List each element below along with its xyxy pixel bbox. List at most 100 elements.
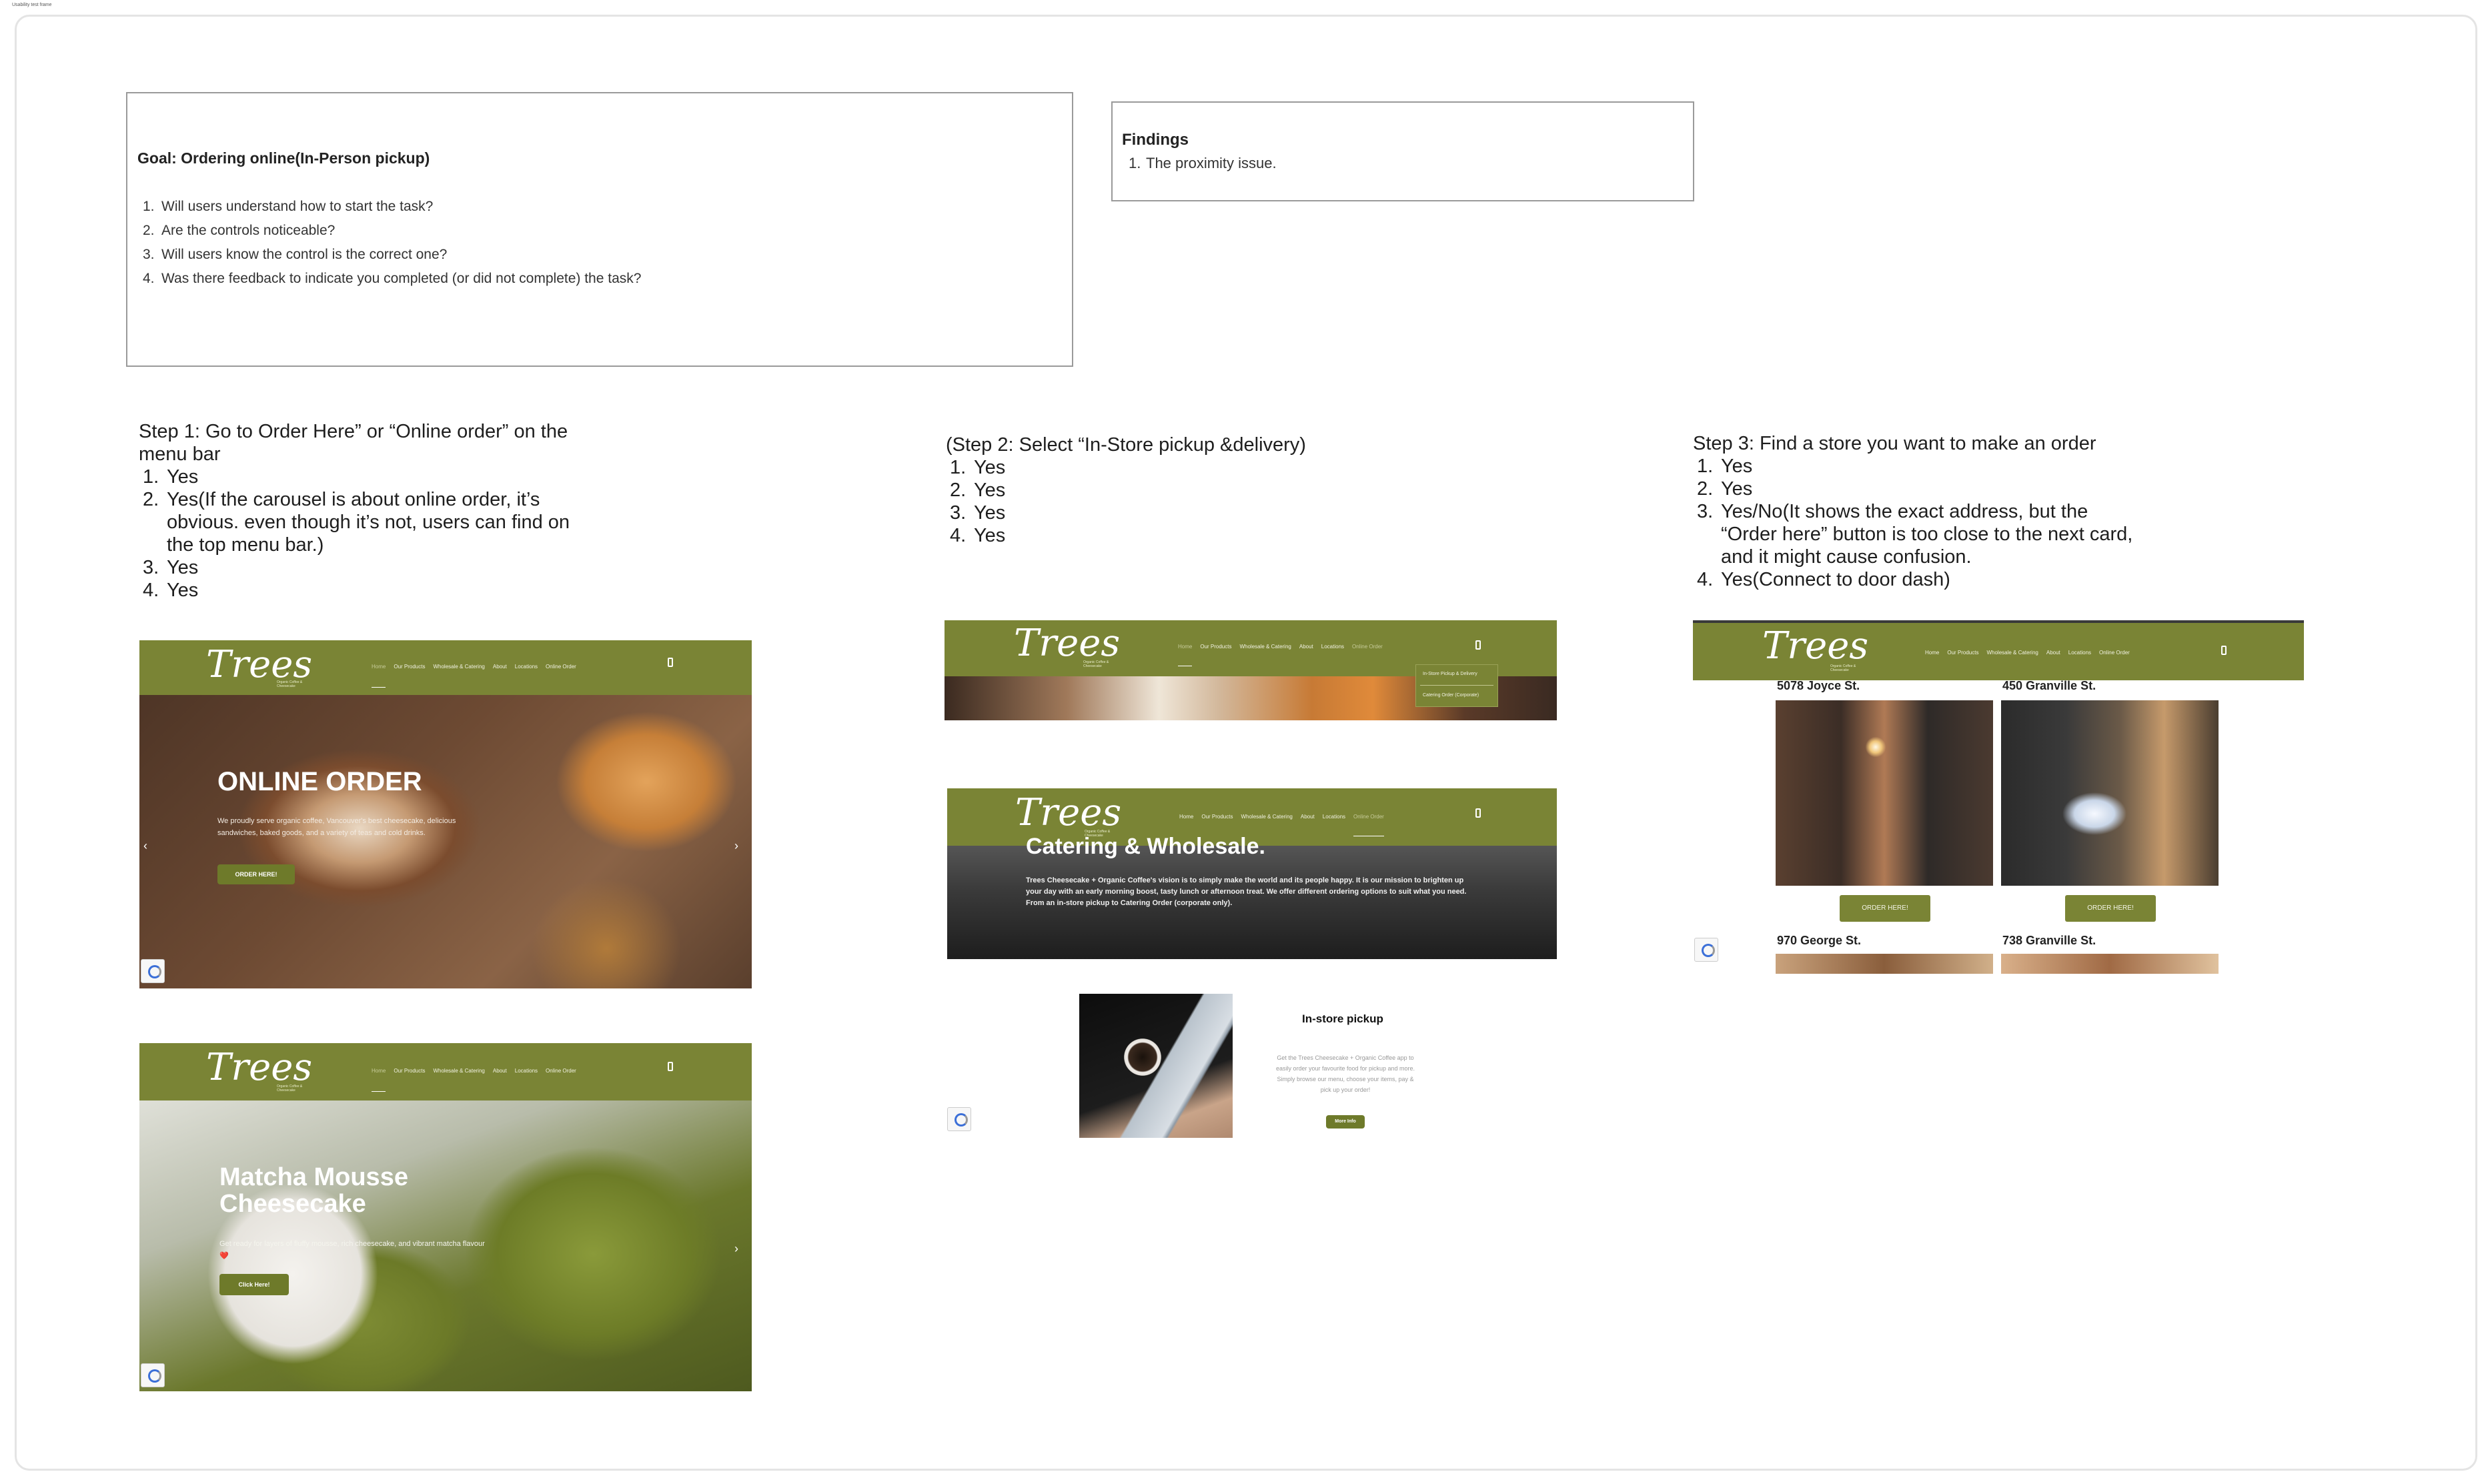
nav-online-order[interactable]: Online Order <box>1353 814 1384 836</box>
hero-coffee-image <box>139 695 752 988</box>
nav-home[interactable]: Home <box>1179 814 1193 836</box>
site-logo-sub: Organic Coffee & Cheesecake <box>277 680 303 688</box>
site-logo[interactable]: Trees <box>206 1046 312 1089</box>
order-here-button[interactable]: ORDER HERE! <box>217 864 295 884</box>
step-3-answer: 1. Yes <box>1697 456 1753 477</box>
nav-home[interactable]: Home <box>1178 644 1193 666</box>
order-here-button[interactable]: ORDER HERE! <box>1840 895 1930 922</box>
nav-locations[interactable]: Locations <box>2068 650 2091 656</box>
findings-title: Findings <box>1122 131 1189 149</box>
store-name: 5078 Joyce St. <box>1777 679 1860 692</box>
nav-online-order[interactable]: Online Order <box>1352 644 1383 666</box>
nav-online-order[interactable]: Online Order <box>546 664 576 688</box>
step-2: (Step 2: Select “In-Store pickup &delive… <box>946 434 1426 547</box>
nav-about[interactable]: About <box>1299 644 1313 666</box>
nav-locations[interactable]: Locations <box>515 1068 538 1092</box>
step-1: Step 1: Go to Order Here” or “Online ord… <box>139 420 619 602</box>
step-2-answer: 1. Yes <box>950 457 1006 478</box>
site-navbar: Trees Organic Coffee & Cheesecake Home O… <box>1693 620 2304 680</box>
more-info-button[interactable]: More Info <box>1326 1115 1365 1129</box>
carousel-next-icon[interactable]: › <box>734 839 738 853</box>
cup-icon[interactable] <box>2221 646 2227 655</box>
screenshot-locations: Trees Organic Coffee & Cheesecake Home O… <box>1693 620 2304 974</box>
order-here-button[interactable]: ORDER HERE! <box>2065 895 2156 922</box>
carousel-prev-icon[interactable]: ‹ <box>143 839 147 853</box>
nav-home[interactable]: Home <box>372 1068 386 1092</box>
cup-icon[interactable] <box>668 658 673 667</box>
findings-list: 1. The proximity issue. <box>1129 152 1277 175</box>
nav-our-products[interactable]: Our Products <box>1200 644 1231 666</box>
hero-title: ONLINE ORDER <box>217 767 422 796</box>
nav-online-order[interactable]: Online Order <box>2099 650 2130 656</box>
store-name: 970 George St. <box>1777 934 1862 947</box>
nav-our-products[interactable]: Our Products <box>1947 650 1978 656</box>
goal-question: 2. Are the controls noticeable? <box>143 223 336 238</box>
pickup-phone-image <box>1079 994 1233 1138</box>
hero-title-line1: Matcha Mousse <box>219 1163 408 1191</box>
findings-card <box>1111 101 1694 201</box>
cup-icon[interactable] <box>668 1062 673 1071</box>
step-3-answer: 4. Yes(Connect to door dash) <box>1697 569 1950 590</box>
nav-wholesale[interactable]: Wholesale & Catering <box>1239 644 1291 666</box>
step-3: Step 3: Find a store you want to make an… <box>1693 432 2200 591</box>
step-3-answer: 2. Yes <box>1697 478 1753 500</box>
screenshot-online-order: Trees Organic Coffee & Cheesecake Home O… <box>139 640 752 988</box>
nav-locations[interactable]: Locations <box>1321 644 1344 666</box>
recaptcha-icon[interactable] <box>141 1363 165 1387</box>
click-here-button[interactable]: Click Here! <box>219 1274 289 1295</box>
online-order-dropdown: In-Store Pickup & Delivery Catering Orde… <box>1415 664 1498 707</box>
nav-about[interactable]: About <box>493 664 507 688</box>
nav-wholesale[interactable]: Wholesale & Catering <box>433 664 484 688</box>
store-photo <box>2001 700 2219 886</box>
site-logo-sub: Organic Coffee & Cheesecake <box>277 1084 303 1092</box>
recaptcha-icon[interactable] <box>141 959 165 983</box>
nav-our-products[interactable]: Our Products <box>394 664 425 688</box>
site-nav: Home Our Products Wholesale & Catering A… <box>1925 650 2130 656</box>
goal-question: 4. Was there feedback to indicate you com… <box>143 271 642 286</box>
nav-wholesale[interactable]: Wholesale & Catering <box>1241 814 1292 836</box>
catering-title: Catering & Wholesale. <box>1026 834 1265 859</box>
nav-home[interactable]: Home <box>1925 650 1939 656</box>
site-logo[interactable]: Trees <box>1014 622 1120 665</box>
nav-locations[interactable]: Locations <box>515 664 538 688</box>
nav-online-order[interactable]: Online Order <box>546 1068 576 1092</box>
recaptcha-icon[interactable] <box>947 1107 971 1131</box>
store-photo <box>2001 954 2219 974</box>
nav-about[interactable]: About <box>2046 650 2060 656</box>
step-2-answer: 3. Yes <box>950 502 1006 524</box>
hero-title-line2: Cheesecake <box>219 1190 366 1218</box>
goal-questions: 1. Will users understand how to start the… <box>143 195 641 291</box>
dropdown-item-catering[interactable]: Catering Order (Corporate) <box>1423 693 1479 698</box>
nav-home[interactable]: Home <box>372 664 386 688</box>
site-nav: Home Our Products Wholesale & Catering A… <box>372 1068 576 1092</box>
screenshot-matcha: Trees Organic Coffee & Cheesecake Home O… <box>139 1043 752 1391</box>
nav-locations[interactable]: Locations <box>1323 814 1345 836</box>
nav-wholesale[interactable]: Wholesale & Catering <box>1986 650 2038 656</box>
cup-icon[interactable] <box>1475 808 1481 818</box>
goal-title: Goal: Ordering online(In-Person pickup) <box>137 149 430 167</box>
goal-question: 3. Will users know the control is the cor… <box>143 247 448 262</box>
nav-our-products[interactable]: Our Products <box>394 1068 425 1092</box>
step-2-answer: 2. Yes <box>950 480 1006 501</box>
nav-about[interactable]: About <box>493 1068 507 1092</box>
site-logo-sub: Organic Coffee & Cheesecake <box>1083 660 1109 668</box>
step-3-heading: Step 3: Find a store you want to make an… <box>1693 433 2096 454</box>
nav-about[interactable]: About <box>1301 814 1315 836</box>
step-1-answer: 1. Yes <box>143 466 199 488</box>
site-logo[interactable]: Trees <box>1762 624 1868 668</box>
step-1-heading-cont: menu bar <box>139 444 221 465</box>
step-3-answer: 3. Yes/No(It shows the exact address, but… <box>1697 501 2133 568</box>
recaptcha-icon[interactable] <box>1694 938 1718 962</box>
site-logo[interactable]: Trees <box>1015 791 1121 834</box>
carousel-next-icon[interactable]: › <box>734 1242 738 1256</box>
hero-text: Get ready for layers of fluffy mousse, r… <box>219 1240 485 1260</box>
site-nav: Home Our Products Wholesale & Catering A… <box>372 664 576 688</box>
cup-icon[interactable] <box>1475 640 1481 650</box>
nav-wholesale[interactable]: Wholesale & Catering <box>433 1068 484 1092</box>
step-2-heading: (Step 2: Select “In-Store pickup &delive… <box>946 434 1306 456</box>
store-photo <box>1776 700 1993 886</box>
dropdown-item-instore[interactable]: In-Store Pickup & Delivery <box>1423 672 1477 676</box>
site-navbar: Trees Organic Coffee & Cheesecake Home O… <box>139 1043 752 1100</box>
site-nav: Home Our Products Wholesale & Catering A… <box>1179 814 1384 836</box>
nav-our-products[interactable]: Our Products <box>1201 814 1233 836</box>
